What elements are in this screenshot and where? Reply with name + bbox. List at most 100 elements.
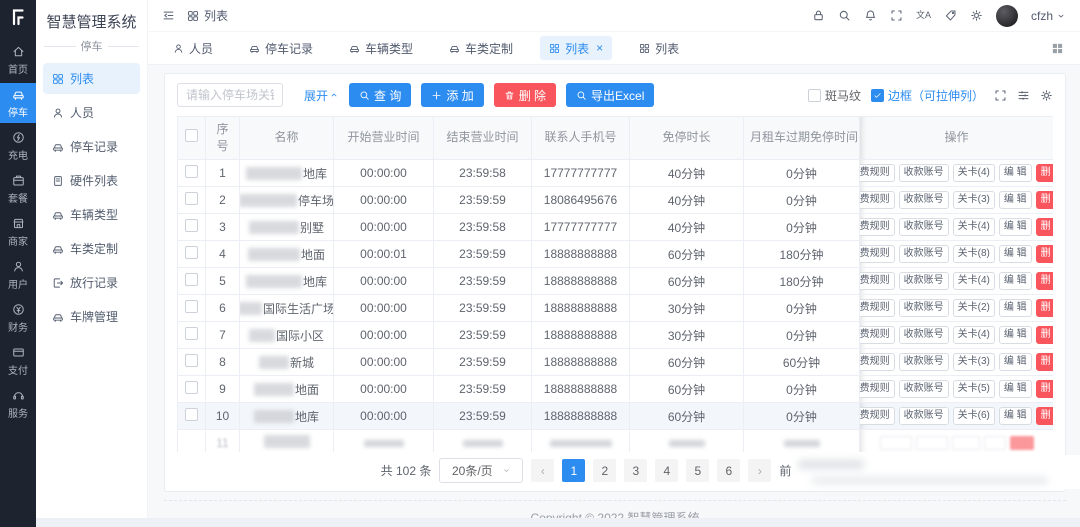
edit-button[interactable]: 编 辑: [999, 299, 1032, 317]
fee-rules-button[interactable]: 收费规则: [860, 272, 895, 290]
row-delete-button[interactable]: 删 除: [1036, 299, 1053, 317]
page-button-5[interactable]: 5: [686, 459, 709, 482]
tab-vehicle-types[interactable]: 车辆类型: [340, 36, 422, 60]
tab-parking-records[interactable]: 停车记录: [240, 36, 322, 60]
row-checkbox[interactable]: [185, 327, 198, 340]
theme-icon[interactable]: [944, 9, 957, 22]
rail-item-finance[interactable]: 财务: [0, 298, 36, 338]
payment-account-button[interactable]: 收款账号: [899, 326, 949, 344]
tab-staff[interactable]: 人员: [164, 36, 222, 60]
rail-item-parking[interactable]: 停车: [0, 83, 36, 123]
sidebar-item-staff[interactable]: 人员: [43, 97, 140, 128]
gates-button[interactable]: 关卡(6): [953, 407, 995, 425]
edit-button[interactable]: 编 辑: [999, 191, 1032, 209]
row-delete-button[interactable]: 删 除: [1036, 326, 1053, 344]
rail-item-home[interactable]: 首页: [0, 40, 36, 80]
fee-rules-button[interactable]: 收费规则: [860, 326, 895, 344]
row-checkbox[interactable]: [185, 354, 198, 367]
fee-rules-button[interactable]: 收费规则: [860, 353, 895, 371]
sidebar-item-plate-management[interactable]: 车牌管理: [43, 301, 140, 332]
edit-button[interactable]: 编 辑: [999, 245, 1032, 263]
gear-icon[interactable]: [1040, 89, 1053, 102]
collapse-sidebar-icon[interactable]: [162, 9, 175, 22]
edit-button[interactable]: 编 辑: [999, 407, 1032, 425]
row-delete-button[interactable]: 删 除: [1036, 164, 1053, 182]
tab-menu-icon[interactable]: [1051, 42, 1064, 55]
prev-page-button[interactable]: ‹: [531, 459, 554, 482]
gates-button[interactable]: 关卡(5): [953, 380, 995, 398]
page-button-4[interactable]: 4: [655, 459, 678, 482]
payment-account-button[interactable]: 收款账号: [899, 407, 949, 425]
user-menu[interactable]: cfzh: [1031, 9, 1066, 23]
payment-account-button[interactable]: 收款账号: [899, 218, 949, 236]
row-delete-button[interactable]: 删 除: [1036, 407, 1053, 425]
fee-rules-button[interactable]: 收费规则: [860, 299, 895, 317]
edit-button[interactable]: 编 辑: [999, 380, 1032, 398]
sidebar-item-vehicle-custom[interactable]: 车类定制: [43, 233, 140, 264]
sidebar-item-parking-records[interactable]: 停车记录: [43, 131, 140, 162]
fee-rules-button[interactable]: 收费规则: [860, 218, 895, 236]
expand-toggle[interactable]: 展开: [304, 87, 339, 104]
tab-list[interactable]: 列表×: [540, 36, 612, 60]
rail-item-users[interactable]: 用户: [0, 255, 36, 295]
gates-button[interactable]: 关卡(3): [953, 353, 995, 371]
fee-rules-button[interactable]: 收费规则: [860, 380, 895, 398]
row-delete-button[interactable]: 删 除: [1036, 245, 1053, 263]
export-excel-button[interactable]: 导出Excel: [566, 83, 654, 107]
row-delete-button[interactable]: 删 除: [1036, 353, 1053, 371]
row-delete-button[interactable]: 删 除: [1036, 380, 1053, 398]
gates-button[interactable]: 关卡(2): [953, 299, 995, 317]
gates-button[interactable]: 关卡(3): [953, 191, 995, 209]
rail-item-merchants[interactable]: 商家: [0, 212, 36, 252]
next-page-button[interactable]: ›: [748, 459, 771, 482]
search-icon[interactable]: [838, 9, 851, 22]
edit-button[interactable]: 编 辑: [999, 218, 1032, 236]
gates-button[interactable]: 关卡(4): [953, 326, 995, 344]
zebra-checkbox[interactable]: 斑马纹: [808, 87, 861, 104]
app-logo[interactable]: [0, 0, 36, 34]
rail-item-packages[interactable]: 套餐: [0, 169, 36, 209]
sidebar-item-vehicle-types[interactable]: 车辆类型: [43, 199, 140, 230]
edit-button[interactable]: 编 辑: [999, 326, 1032, 344]
row-checkbox[interactable]: [185, 219, 198, 232]
column-settings-icon[interactable]: [1017, 89, 1030, 102]
gates-button[interactable]: 关卡(4): [953, 164, 995, 182]
payment-account-button[interactable]: 收款账号: [899, 191, 949, 209]
row-checkbox[interactable]: [185, 408, 198, 421]
row-checkbox[interactable]: [185, 381, 198, 394]
rail-item-services[interactable]: 服务: [0, 384, 36, 424]
lock-icon[interactable]: [812, 9, 825, 22]
translate-icon[interactable]: 文A: [916, 11, 931, 20]
settings-icon[interactable]: [970, 9, 983, 22]
search-input[interactable]: [177, 83, 283, 107]
page-size-select[interactable]: 20条/页: [439, 458, 523, 483]
payment-account-button[interactable]: 收款账号: [899, 299, 949, 317]
row-checkbox[interactable]: [185, 246, 198, 259]
payment-account-button[interactable]: 收款账号: [899, 164, 949, 182]
page-button-6[interactable]: 6: [717, 459, 740, 482]
page-button-3[interactable]: 3: [624, 459, 647, 482]
row-checkbox[interactable]: [185, 273, 198, 286]
gates-button[interactable]: 关卡(8): [953, 245, 995, 263]
sidebar-item-hardware-list[interactable]: 硬件列表: [43, 165, 140, 196]
payment-account-button[interactable]: 收款账号: [899, 245, 949, 263]
fullscreen-icon[interactable]: [890, 9, 903, 22]
row-delete-button[interactable]: 删 除: [1036, 272, 1053, 290]
row-delete-button[interactable]: 删 除: [1036, 191, 1053, 209]
tab-vehicle-custom[interactable]: 车类定制: [440, 36, 522, 60]
avatar[interactable]: [996, 5, 1018, 27]
gates-button[interactable]: 关卡(4): [953, 272, 995, 290]
fee-rules-button[interactable]: 收费规则: [860, 164, 895, 182]
fee-rules-button[interactable]: 收费规则: [860, 245, 895, 263]
rail-item-charging[interactable]: 充电: [0, 126, 36, 166]
row-delete-button[interactable]: 删 除: [1036, 218, 1053, 236]
page-button-2[interactable]: 2: [593, 459, 616, 482]
tab-close-icon[interactable]: ×: [596, 42, 603, 54]
sidebar-item-list[interactable]: 列表: [43, 63, 140, 94]
rail-item-payment[interactable]: 支付: [0, 341, 36, 381]
delete-button[interactable]: 删 除: [494, 83, 556, 107]
edit-button[interactable]: 编 辑: [999, 353, 1032, 371]
row-checkbox[interactable]: [185, 192, 198, 205]
payment-account-button[interactable]: 收款账号: [899, 353, 949, 371]
edit-button[interactable]: 编 辑: [999, 272, 1032, 290]
